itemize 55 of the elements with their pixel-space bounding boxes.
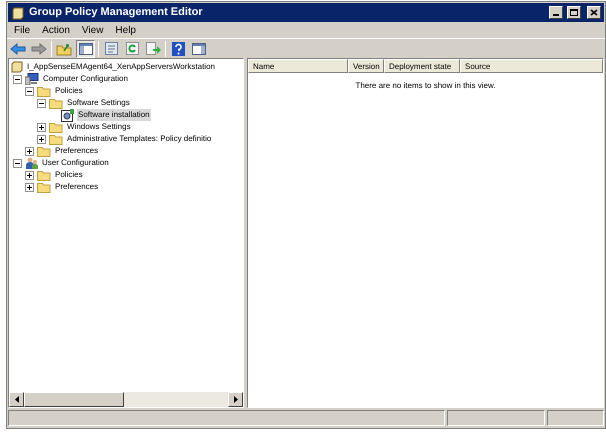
collapse-icon[interactable] (25, 86, 34, 96)
folder-icon (37, 170, 51, 180)
maximize-button[interactable] (567, 6, 581, 19)
show-tree-button[interactable] (76, 40, 95, 58)
expand-icon[interactable] (25, 170, 34, 180)
minimize-button[interactable] (549, 6, 563, 19)
horizontal-scrollbar[interactable] (9, 392, 243, 407)
menu-item[interactable]: Help (110, 22, 141, 38)
tree-item[interactable]: Policies (54, 85, 84, 97)
folder-icon (37, 86, 51, 96)
collapse-icon[interactable] (37, 98, 46, 108)
column-header[interactable]: Source (460, 59, 603, 73)
tree-item[interactable]: I_AppSenseEMAgent64_XenAppServersWorkstation (26, 61, 216, 73)
folder-icon (49, 134, 63, 144)
tree-item[interactable]: Preferences (54, 145, 100, 157)
export-button[interactable] (144, 40, 162, 58)
menu-item[interactable]: File (9, 22, 36, 38)
collapse-icon[interactable] (13, 158, 22, 168)
scroll-right-icon[interactable] (228, 392, 243, 407)
folder-icon (37, 146, 51, 156)
menu-item[interactable]: View (76, 22, 108, 38)
software-box-icon (61, 108, 74, 122)
menu-item[interactable]: Action (37, 22, 75, 38)
expand-icon[interactable] (37, 134, 46, 144)
folder-icon (37, 182, 51, 192)
scroll-icon (11, 61, 23, 73)
tree-item[interactable]: Policies (54, 169, 84, 181)
help-button[interactable] (169, 40, 187, 58)
tree-item[interactable]: Preferences (54, 181, 100, 193)
expand-icon[interactable] (25, 182, 34, 192)
tree-item[interactable]: User Configuration (41, 157, 110, 169)
window-title: Group Policy Management Editor (29, 5, 204, 20)
scroll-left-icon[interactable] (9, 392, 24, 407)
tree-item[interactable]: Windows Settings (66, 121, 132, 133)
properties-button[interactable] (102, 40, 120, 58)
column-header[interactable]: Version (348, 59, 384, 73)
scroll-thumb[interactable] (24, 392, 124, 407)
column-header[interactable]: Name (248, 59, 348, 73)
users-icon (25, 157, 38, 169)
refresh-button[interactable] (123, 40, 141, 58)
folder-icon (49, 122, 63, 132)
tree-item[interactable]: Computer Configuration (42, 73, 129, 85)
computer-icon (25, 73, 39, 85)
collapse-icon[interactable] (13, 74, 22, 84)
empty-message: There are no items to show in this view. (354, 80, 497, 92)
tree-item[interactable]: Software Settings (66, 97, 131, 109)
tree-item[interactable]: Administrative Templates: Policy definitio (66, 133, 212, 145)
close-icon[interactable] (590, 9, 598, 16)
column-header[interactable]: Deployment state (384, 59, 460, 73)
tree-item[interactable]: Software installation (77, 109, 151, 121)
expand-icon[interactable] (25, 146, 34, 156)
folder-icon (49, 98, 63, 108)
expand-icon[interactable] (37, 122, 46, 132)
close-button[interactable] (587, 6, 601, 19)
scroll-icon (11, 6, 25, 20)
